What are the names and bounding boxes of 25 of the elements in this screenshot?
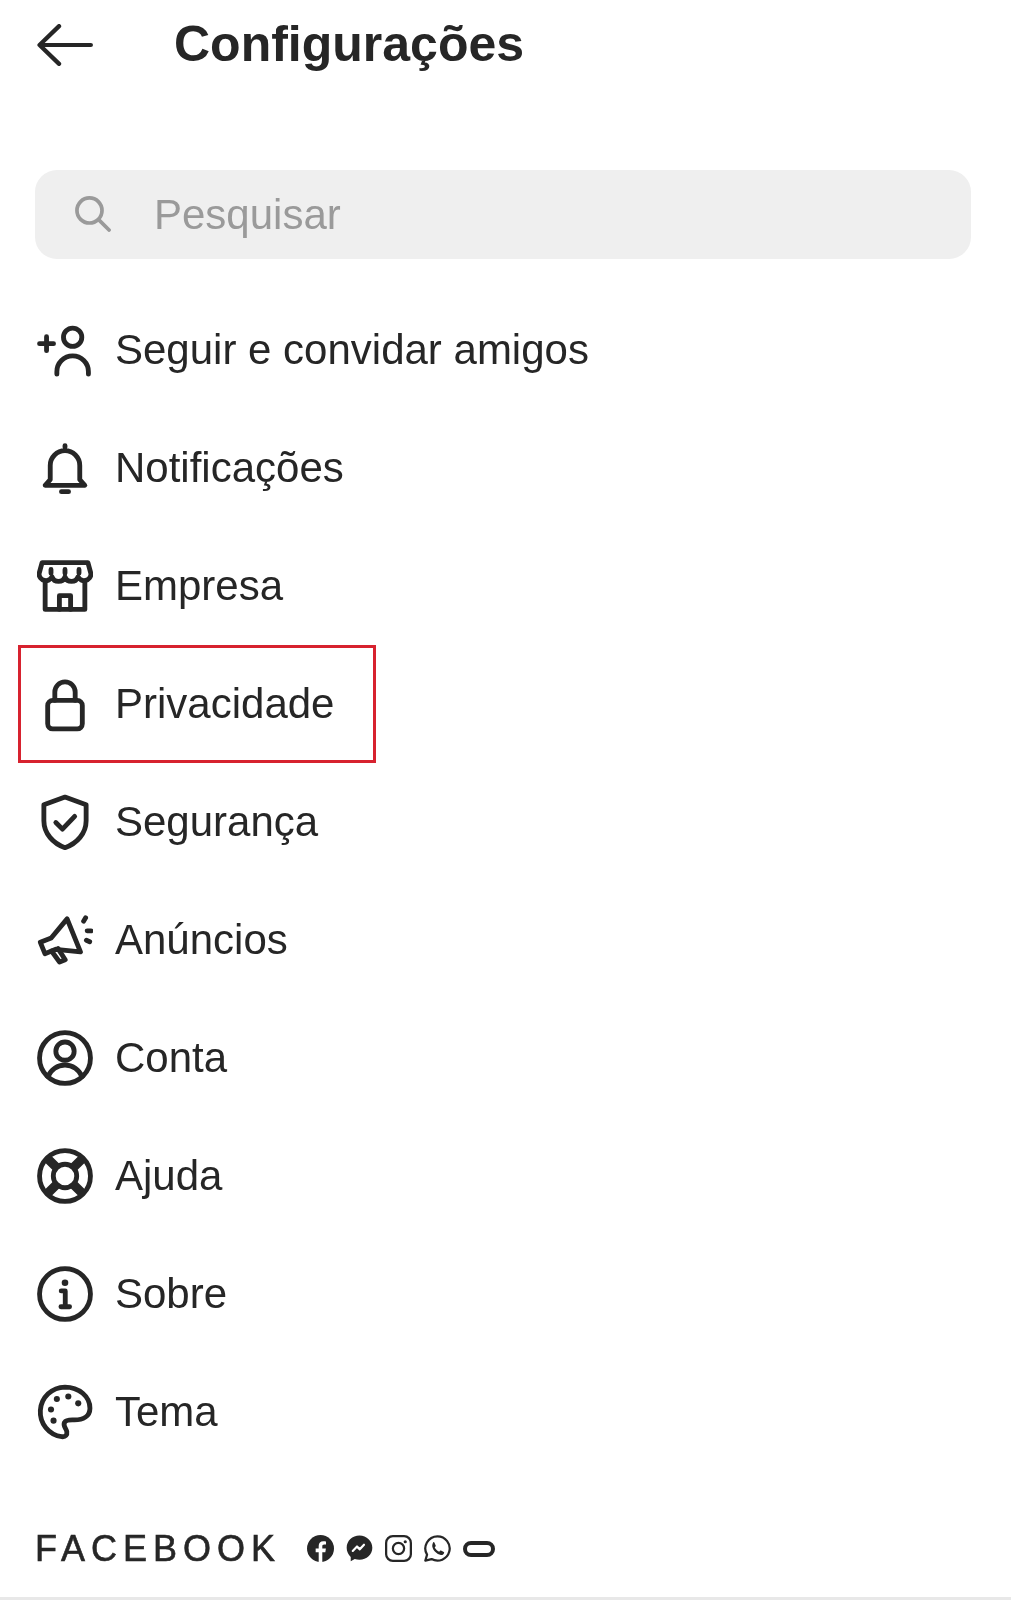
menu-item[interactable]: Sobre [18,1235,270,1353]
menu-item[interactable]: Privacidade [18,645,377,763]
lifebuoy-icon [37,1148,93,1204]
storefront-icon [37,558,93,614]
menu-item[interactable]: Notificações [18,409,386,527]
menu-item[interactable]: Segurança [18,763,361,881]
back-arrow-icon[interactable] [37,24,93,66]
brand-wordmark: FACEBOOK [35,1529,282,1569]
chat-bolt-icon [346,1535,374,1563]
menu-item[interactable]: Ajuda [18,1117,265,1235]
info-icon [37,1266,93,1322]
phone-chat-icon [424,1535,452,1563]
palette-icon [37,1384,93,1440]
f-circle-icon [307,1535,335,1563]
menu-item[interactable]: Anúncios [18,881,330,999]
page-title: Configurações [174,16,525,74]
menu-item[interactable]: Empresa [18,527,326,645]
menu-item[interactable]: Tema [18,1353,260,1471]
search-field[interactable]: Pesquisar [35,170,971,259]
menu-item[interactable]: Seguir e convidar amigos [18,291,631,409]
menu-item[interactable]: Conta [18,999,270,1117]
camera-icon [385,1535,413,1563]
search-icon [75,196,111,232]
pill-icon [463,1540,496,1557]
person-circle-icon [37,1030,93,1086]
